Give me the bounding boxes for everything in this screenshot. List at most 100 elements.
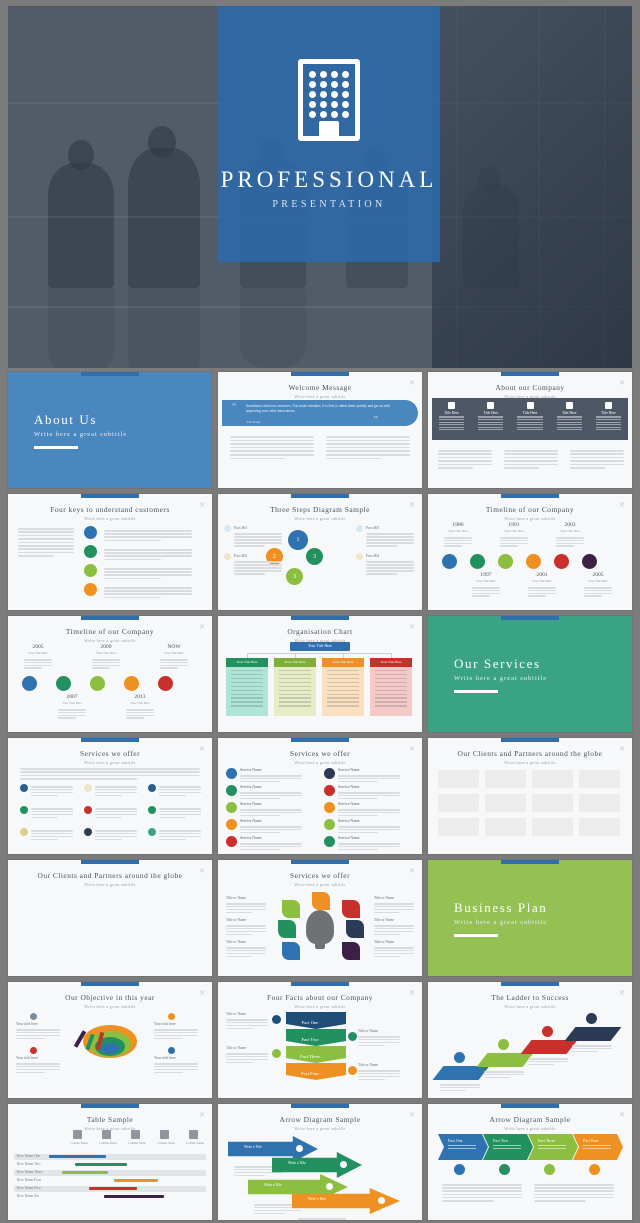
timeline-note: Your Title Here [164,651,184,655]
slide-clients-partners-map[interactable]: ✕ Our Clients and Partners around the glo… [8,860,212,976]
close-icon[interactable]: ✕ [409,502,415,509]
close-icon[interactable]: ✕ [199,1112,205,1119]
fact-chevron[interactable] [438,1134,488,1160]
org-branch[interactable]: Your Title Here [370,658,412,716]
slide-ladder-to-success[interactable]: ✕ The Ladder to Success Write here a great… [428,982,632,1098]
icon-column[interactable]: Title Here [510,398,549,440]
ladder-step[interactable] [432,1066,490,1080]
slide-business-plan-cover[interactable]: Business Plan Write here a great subtitle [428,860,632,976]
petal-heart-icon[interactable] [282,942,300,960]
fact-label: Fact #02 [234,554,248,558]
text-line [230,446,314,449]
petal-image-icon[interactable] [282,900,300,918]
ladder-step[interactable] [476,1053,534,1067]
close-icon[interactable]: ✕ [619,502,625,509]
close-icon[interactable]: ✕ [409,868,415,875]
table-row[interactable]: Row Name Five [14,1185,206,1192]
close-icon[interactable]: ✕ [409,746,415,753]
slide-services-list[interactable]: ✕ Services we offer Write here a great sub… [218,738,422,854]
arrow-label: Write a Title [288,1161,307,1165]
text-line [442,1196,522,1199]
petal-card-icon[interactable] [342,942,360,960]
slide-timeline-2005[interactable]: ✕ Timeline of our Company Write here a gre… [8,616,212,732]
icon-column[interactable]: Title Here [432,398,471,440]
close-icon[interactable]: ✕ [619,990,625,997]
slide-arrow-diagram-chevrons[interactable]: ✕ Arrow Diagram Sample Write here a great … [218,1104,422,1220]
slide-arrow-diagram-facts[interactable]: ✕ Arrow Diagram Sample Write here a great … [428,1104,632,1220]
slide-timeline-1986[interactable]: ✕ Timeline of our Company Write here a gre… [428,494,632,610]
fact-chevron[interactable]: Fact Three [286,1046,346,1063]
client-logo-placeholder[interactable] [579,818,620,836]
icon-column[interactable]: Title Here [550,398,589,440]
text-line [326,446,410,449]
close-icon[interactable]: ✕ [199,990,205,997]
client-logo-placeholder[interactable] [532,794,573,812]
slide-services-lightbulb[interactable]: ✕ Services we offer Write here a great sub… [218,860,422,976]
text-line [375,705,407,707]
slide-title: Four Facts about our Company [267,993,373,1002]
slide-clients-partners-logos[interactable]: ✕ Our Clients and Partners around the glo… [428,738,632,854]
client-logo-placeholder[interactable] [438,770,479,788]
text-line [159,788,201,791]
slide-our-services-cover[interactable]: Our Services Write here a great subtitle [428,616,632,732]
slide-services-grid[interactable]: ✕ Services we offer Write here a great sub… [8,738,212,854]
fact-chevron[interactable]: Fact Two [286,1029,346,1046]
client-logo-placeholder[interactable] [485,794,526,812]
petal-search-icon[interactable] [346,920,364,938]
icon-column[interactable]: Title Here [589,398,628,440]
slide-four-keys[interactable]: ✕ Four keys to understand customers Write … [8,494,212,610]
petal-camera-icon[interactable] [312,892,330,910]
hero-title-card: PROFESSIONAL PRESENTATION [218,6,440,262]
close-icon[interactable]: ✕ [409,990,415,997]
petal-eye-icon[interactable] [278,920,296,938]
petal-video-icon[interactable] [342,900,360,918]
close-icon[interactable]: ✕ [199,868,205,875]
icon-column[interactable]: Title Here [471,398,510,440]
slide-three-steps-diagram[interactable]: ✕ Three Steps Diagram Sample Write here a … [218,494,422,610]
client-logo-placeholder[interactable] [532,770,573,788]
slide-about-our-company[interactable]: ✕ About our Company Write here a great sub… [428,372,632,488]
slide-our-objective[interactable]: ✕ Our Objective in this year Write here a … [8,982,212,1098]
slide-organisation-chart[interactable]: ✕ Organisation Chart Write here a great su… [218,616,422,732]
table-row[interactable]: Row Name One [14,1153,206,1160]
slide-welcome-message[interactable]: ✕ Welcome Message Write here a great subti… [218,372,422,488]
fact-chevron[interactable]: Fact One [286,1012,346,1029]
client-logo-placeholder[interactable] [438,794,479,812]
client-logo-placeholder[interactable] [579,770,620,788]
close-icon[interactable]: ✕ [409,380,415,387]
slide-table-sample[interactable]: ✕ Table Sample Write here a great subtitle… [8,1104,212,1220]
close-icon[interactable]: ✕ [619,1112,625,1119]
client-logo-placeholder[interactable] [438,818,479,836]
ladder-step[interactable] [564,1027,622,1041]
close-icon[interactable]: ✕ [199,746,205,753]
org-root[interactable]: Your Title Here [290,642,350,651]
org-branch[interactable]: Your Title Here [274,658,316,716]
ladder-step[interactable] [520,1040,578,1054]
table-row[interactable]: Row Name Two [14,1162,206,1168]
org-branch[interactable]: Your Title Here [226,658,268,716]
org-branch[interactable]: Your Title Here [322,658,364,716]
fact-chevron[interactable]: Fact Four [286,1063,346,1080]
slide-about-us-cover[interactable]: About Us Write here a great subtitle [8,372,212,488]
fact-chevron[interactable] [483,1134,533,1160]
close-icon[interactable]: ✕ [409,1112,415,1119]
table-row[interactable]: Row Name Six [14,1194,206,1200]
client-logo-placeholder[interactable] [579,794,620,812]
table-row[interactable]: Row Name Three [14,1169,206,1176]
close-icon[interactable]: ✕ [619,380,625,387]
close-icon[interactable]: ✕ [619,746,625,753]
client-logo-placeholder[interactable] [532,818,573,836]
close-icon[interactable]: ✕ [409,624,415,631]
hero-cover-slide[interactable]: PROFESSIONAL PRESENTATION [8,6,632,368]
slide-title: Services we offer [289,749,351,758]
timeline-icon-leaf-icon [56,676,71,691]
slide-four-facts[interactable]: ✕ Four Facts about our Company Write here … [218,982,422,1098]
text-line [442,1190,522,1192]
client-logo-placeholder[interactable] [485,770,526,788]
client-logo-placeholder[interactable] [485,818,526,836]
close-icon[interactable]: ✕ [199,502,205,509]
objective-label: Your title here [16,1056,38,1060]
slide-thumbnail-grid[interactable]: About Us Write here a great subtitle ✕ Welc… [8,372,632,1220]
close-icon[interactable]: ✕ [199,624,205,631]
table-row[interactable]: Row Name Four [14,1178,206,1184]
